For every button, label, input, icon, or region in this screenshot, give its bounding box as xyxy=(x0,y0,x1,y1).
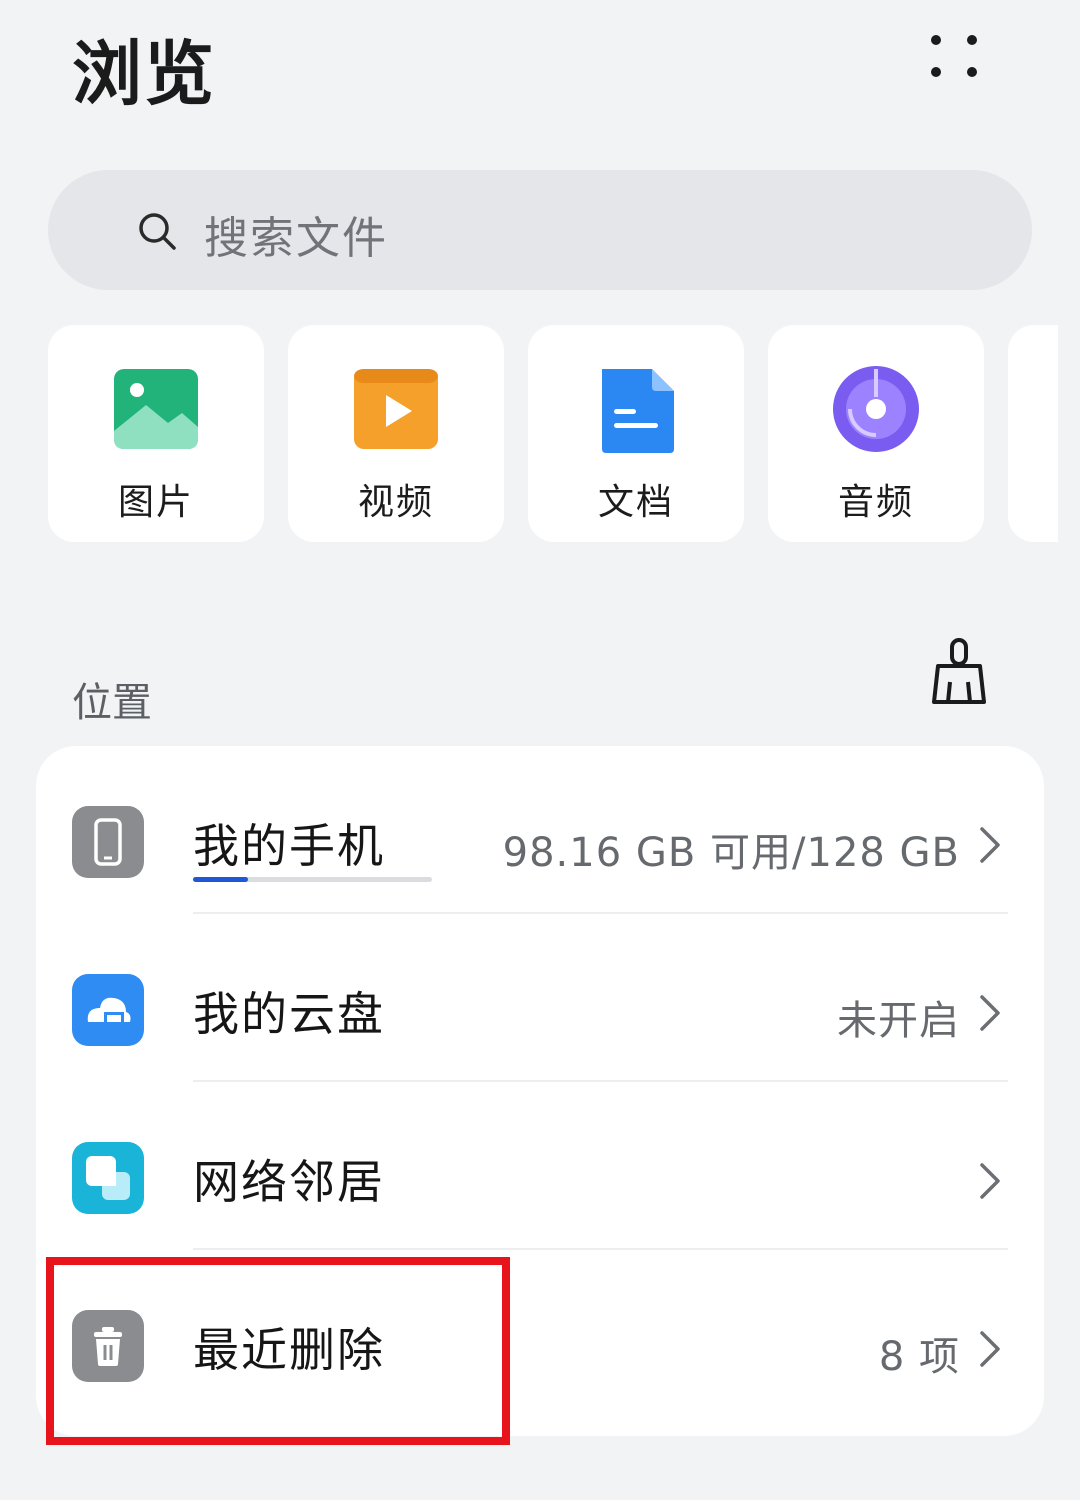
highlight-box xyxy=(46,1257,510,1445)
audio-icon xyxy=(833,366,919,452)
network-icon xyxy=(72,1142,144,1214)
search-input[interactable]: 搜索文件 xyxy=(204,202,388,266)
location-row-my-cloud[interactable]: 我的云盘 未开启 xyxy=(36,914,1044,1082)
more-options-icon[interactable] xyxy=(922,28,986,84)
category-label: 音频 xyxy=(837,482,914,523)
phone-icon xyxy=(72,806,144,878)
page-title: 浏览 xyxy=(72,33,216,115)
document-icon xyxy=(602,369,674,453)
storage-usage-fill xyxy=(193,877,248,882)
location-row-my-phone[interactable]: 我的手机 98.16 GB 可用/128 GB xyxy=(36,746,1044,914)
cloud-status: 未开启 xyxy=(837,998,960,1044)
search-icon xyxy=(139,213,176,250)
category-label: 图片 xyxy=(117,482,194,523)
location-title: 网络邻居 xyxy=(193,1155,385,1209)
broom-cleanup-icon[interactable] xyxy=(930,636,988,708)
category-images[interactable]: 图片 xyxy=(48,325,264,542)
location-row-network[interactable]: 网络邻居 xyxy=(36,1082,1044,1250)
location-title: 我的手机 xyxy=(193,819,385,873)
chevron-right-icon xyxy=(980,1331,1000,1367)
video-icon xyxy=(354,369,438,449)
category-audio[interactable]: 音频 xyxy=(768,325,984,542)
deleted-count: 8 项 xyxy=(878,1334,960,1380)
category-documents[interactable]: 文档 xyxy=(528,325,744,542)
category-label: 文档 xyxy=(597,482,674,523)
location-title: 我的云盘 xyxy=(193,987,385,1041)
category-videos[interactable]: 视频 xyxy=(288,325,504,542)
image-icon xyxy=(114,369,198,449)
category-strip: 图片 视频 文档 音频 xyxy=(0,325,1058,545)
storage-value: 98.16 GB 可用/128 GB xyxy=(502,830,960,876)
file-manager-browse-screen: 浏览 搜索文件 图片 视频 文档 音频 位置 我的手机 98.16 GB 可用/… xyxy=(0,0,1080,1500)
section-label-locations: 位置 xyxy=(72,680,152,726)
category-more-partial[interactable] xyxy=(1008,325,1058,542)
chevron-right-icon xyxy=(980,995,1000,1031)
category-label: 视频 xyxy=(357,482,434,523)
search-bar[interactable]: 搜索文件 xyxy=(48,170,1032,290)
cloud-icon xyxy=(72,974,144,1046)
chevron-right-icon xyxy=(980,827,1000,863)
storage-usage-bar xyxy=(193,877,432,882)
chevron-right-icon xyxy=(980,1163,1000,1199)
